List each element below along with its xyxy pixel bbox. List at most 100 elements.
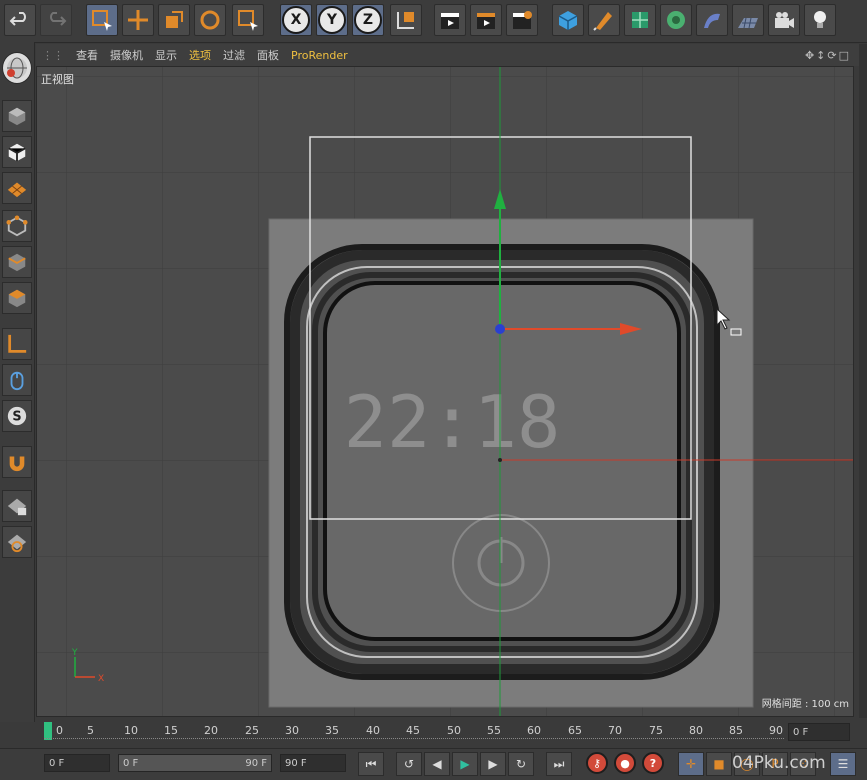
globe-icon	[7, 57, 27, 79]
timeline-tick: 15	[164, 724, 178, 737]
skip-forward-icon: ⏭	[553, 756, 565, 771]
workplane-mode-button[interactable]	[2, 172, 32, 204]
next-frame-button[interactable]: ▶	[480, 752, 506, 776]
pen-tool-button[interactable]	[588, 4, 620, 36]
y-axis-button[interactable]: Y	[316, 4, 348, 36]
end-frame-value: 90 F	[285, 757, 307, 769]
next-key-button[interactable]: ↻	[508, 752, 534, 776]
next-key-icon: ↻	[515, 757, 527, 771]
mode-switch-button[interactable]	[2, 52, 32, 84]
timeline[interactable]: 0 5 10 15 20 25 30 35 40 45 50 55 60 65 …	[36, 718, 867, 746]
move-tool-button[interactable]	[122, 4, 154, 36]
timeline-tick: 35	[325, 724, 339, 737]
x-axis-button[interactable]: X	[280, 4, 312, 36]
rotate-tool-button[interactable]	[194, 4, 226, 36]
mouse-icon	[10, 371, 24, 391]
end-frame-field[interactable]: 90 F	[280, 754, 346, 772]
menu-view[interactable]: 查看	[76, 47, 98, 63]
z-axis-label: Z	[354, 6, 382, 34]
gizmo-y-label: Y	[71, 648, 78, 658]
floor-button[interactable]	[732, 4, 764, 36]
timeline-menu-button[interactable]: ☰	[830, 752, 856, 776]
x-axis-label: X	[282, 6, 310, 34]
lock-workplane-button[interactable]	[2, 490, 32, 522]
timeline-tick: 85	[729, 724, 743, 737]
drag-handle-icon[interactable]: ⋮⋮	[42, 49, 64, 62]
timeline-tick: 50	[447, 724, 461, 737]
undo-icon	[9, 12, 26, 26]
grid-cycle-icon	[7, 534, 27, 553]
menu-cameras[interactable]: 摄像机	[110, 47, 143, 63]
edges-icon	[8, 253, 26, 272]
menu-filter[interactable]: 过滤	[223, 47, 245, 63]
play-button[interactable]: ▶	[452, 752, 478, 776]
record-active-button[interactable]: ⚷	[586, 752, 608, 774]
timeline-tick: 75	[649, 724, 663, 737]
polygons-mode-button[interactable]	[2, 282, 32, 314]
goto-start-button[interactable]: ⏮	[358, 752, 384, 776]
current-frame-field[interactable]: 0 F	[788, 723, 850, 741]
render-view-button[interactable]	[434, 4, 466, 36]
coordinate-system-button[interactable]	[390, 4, 422, 36]
z-axis-button[interactable]: Z	[352, 4, 384, 36]
select-icon	[238, 10, 258, 31]
step-forward-icon: ▶	[488, 757, 498, 771]
clapboard-icon	[441, 13, 459, 29]
camera-icon	[775, 12, 794, 28]
viewport-canvas: 22:18 Y X	[37, 67, 853, 716]
redo-button[interactable]	[40, 4, 72, 36]
edges-mode-button[interactable]	[2, 246, 32, 278]
solo-mode-button[interactable]: S	[2, 400, 32, 432]
render-settings-button[interactable]	[506, 4, 538, 36]
menu-prorender[interactable]: ProRender	[291, 49, 348, 62]
prev-key-icon: ↺	[403, 757, 415, 771]
recent-tool-button[interactable]	[232, 4, 264, 36]
play-icon: ▶	[460, 757, 470, 771]
snap-button[interactable]	[2, 446, 32, 478]
autokey-button[interactable]: ●	[614, 752, 636, 774]
menu-panel[interactable]: 面板	[257, 47, 279, 63]
timeline-tick: 60	[527, 724, 541, 737]
goto-end-button[interactable]: ⏭	[546, 752, 572, 776]
front-viewport[interactable]: 22:18 Y X 正视图 网格间距 : 100 cm	[36, 66, 854, 717]
deformer-button[interactable]	[696, 4, 728, 36]
menu-options[interactable]: 选项	[189, 47, 211, 63]
previous-frame-button[interactable]: ◀	[424, 752, 450, 776]
keyframe-selection-button[interactable]: ?	[642, 752, 664, 774]
subdivision-surface-button[interactable]	[624, 4, 656, 36]
start-frame-field[interactable]: 0 F	[44, 754, 110, 772]
move-icon: ✛	[685, 757, 697, 771]
cube-icon	[8, 107, 26, 126]
points-mode-button[interactable]	[2, 210, 32, 242]
render-to-picture-viewer-button[interactable]	[470, 4, 502, 36]
scale-tool-button[interactable]	[158, 4, 190, 36]
previous-key-button[interactable]: ↺	[396, 752, 422, 776]
planar-workplane-button[interactable]	[2, 526, 32, 558]
position-key-button[interactable]: ✛	[678, 752, 704, 776]
tweak-mode-button[interactable]	[2, 364, 32, 396]
clapboard-icon	[477, 13, 495, 29]
cube-object-button[interactable]	[552, 4, 584, 36]
live-select-button[interactable]	[86, 4, 118, 36]
camera-button[interactable]	[768, 4, 800, 36]
record-icon: ●	[620, 756, 630, 770]
model-mode-button[interactable]	[2, 100, 32, 132]
watch-time-text: 22:18	[344, 380, 561, 464]
light-bulb-icon	[814, 11, 826, 28]
array-cloner-button[interactable]	[660, 4, 692, 36]
axis-mode-button[interactable]	[2, 328, 32, 360]
timeline-tick: 55	[487, 724, 501, 737]
step-back-icon: ◀	[432, 757, 442, 771]
timeline-tick: 20	[204, 724, 218, 737]
texture-mode-button[interactable]	[2, 136, 32, 168]
menu-icon: ☰	[837, 757, 849, 771]
undo-button[interactable]	[4, 4, 36, 36]
checker-cube-icon	[8, 143, 26, 162]
light-button[interactable]	[804, 4, 836, 36]
viewport-nav-icons[interactable]: ✥↕⟳□	[805, 49, 851, 62]
main-toolbar: X Y Z	[0, 0, 867, 43]
menu-display[interactable]: 显示	[155, 47, 177, 63]
scale-key-button[interactable]: ■	[706, 752, 732, 776]
frame-range-slider[interactable]: 0 F 90 F	[118, 754, 272, 772]
timeline-tick: 30	[285, 724, 299, 737]
